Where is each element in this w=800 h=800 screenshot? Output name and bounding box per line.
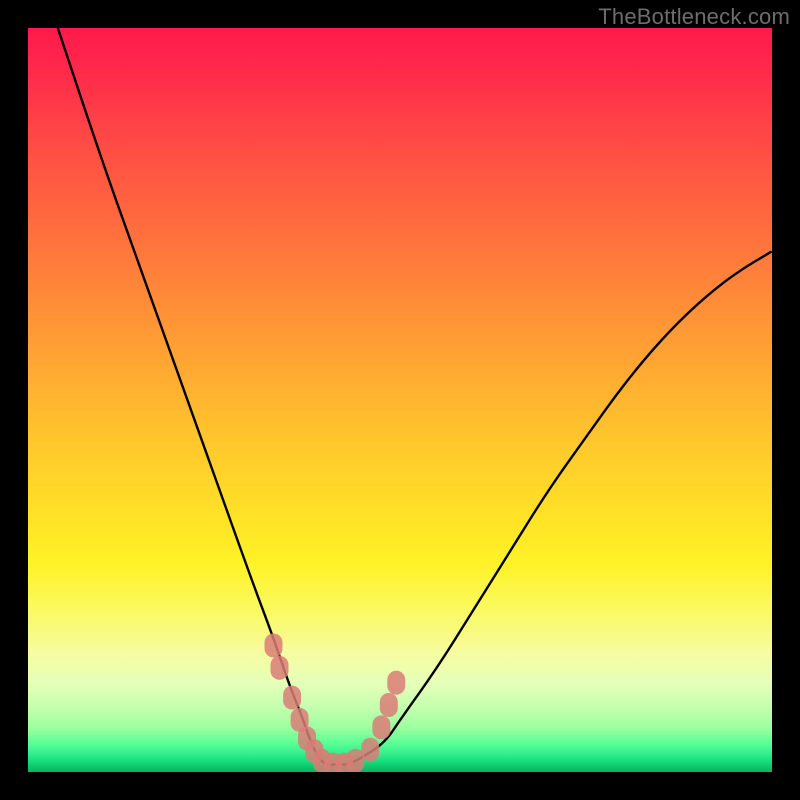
curve-marker (387, 671, 405, 695)
marker-group (265, 634, 406, 773)
outer-frame: TheBottleneck.com (0, 0, 800, 800)
curve-marker (361, 738, 379, 762)
plot-area (28, 28, 772, 772)
bottleneck-curve (58, 28, 772, 765)
curve-marker (380, 693, 398, 717)
watermark-text: TheBottleneck.com (598, 4, 790, 30)
curve-layer (28, 28, 772, 772)
curve-marker (265, 634, 283, 658)
curve-marker (283, 686, 301, 710)
curve-marker (271, 656, 289, 680)
curve-marker (372, 715, 390, 739)
